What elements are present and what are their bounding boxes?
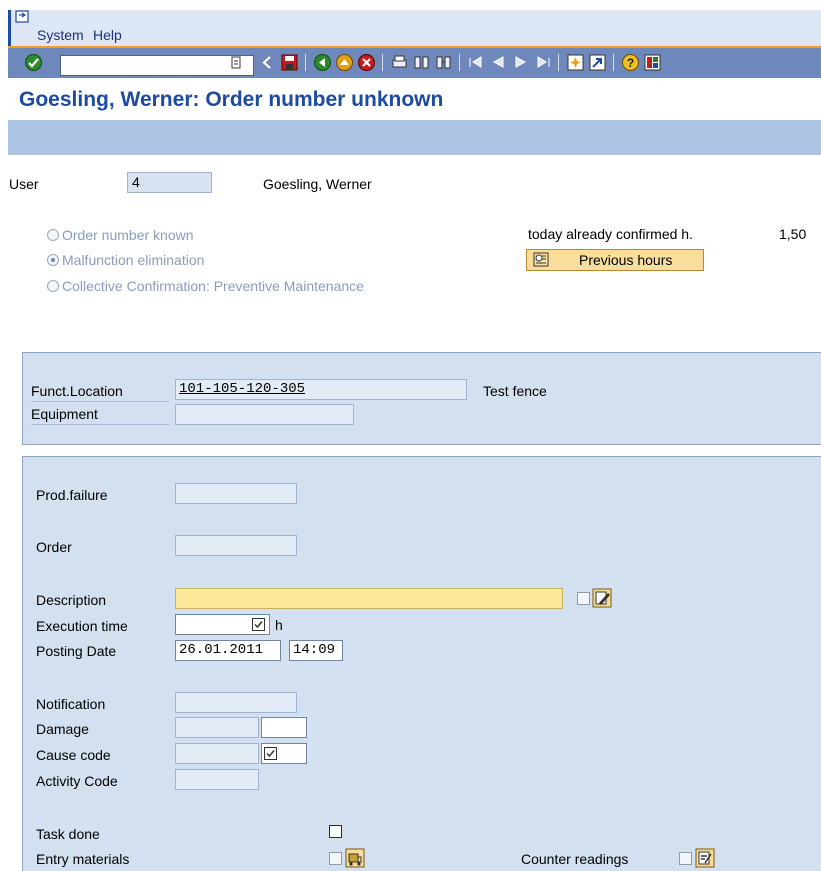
menu-bar: System Help <box>8 10 821 46</box>
description-field[interactable] <box>175 588 563 609</box>
equipment-label: Equipment <box>31 404 169 425</box>
radio-label: Collective Confirmation: Preventive Main… <box>62 278 364 294</box>
prod-failure-field[interactable] <box>175 483 297 504</box>
print-icon[interactable] <box>390 53 409 72</box>
toolbar-separator <box>382 54 383 71</box>
cause-code-field[interactable] <box>261 743 307 764</box>
execution-time-field[interactable] <box>175 614 270 635</box>
activity-code-field[interactable] <box>175 769 259 790</box>
funct-location-field[interactable]: 101-105-120-305 <box>175 379 467 400</box>
funct-location-label: Funct.Location <box>31 381 169 402</box>
previous-hours-button[interactable]: Previous hours <box>526 249 704 271</box>
counter-readings-checkbox[interactable] <box>679 852 692 865</box>
task-done-label: Task done <box>36 826 100 842</box>
command-history-icon[interactable] <box>229 55 243 70</box>
toolbar-separator <box>558 54 559 71</box>
first-page-icon[interactable] <box>467 53 486 72</box>
damage-label: Damage <box>36 721 89 737</box>
cause-group-field[interactable] <box>175 743 259 764</box>
confirmed-hours-label: today already confirmed h. <box>528 226 693 242</box>
menu-icon[interactable] <box>15 10 29 23</box>
confirmation-group: Prod.failure Order Description Execution… <box>22 456 821 871</box>
user-id-field: 4 <box>127 172 212 193</box>
cancel-icon[interactable] <box>357 53 376 72</box>
page-title: Goesling, Werner: Order number unknown <box>19 88 444 111</box>
posting-date-label: Posting Date <box>36 643 117 659</box>
back-arrow-icon[interactable] <box>258 53 277 72</box>
description-label: Description <box>36 592 107 608</box>
order-label: Order <box>36 539 72 555</box>
last-page-icon[interactable] <box>533 53 552 72</box>
entry-materials-label: Entry materials <box>36 851 130 867</box>
long-text-checkbox[interactable] <box>577 592 590 605</box>
previous-hours-label: Previous hours <box>579 252 673 268</box>
location-group: Funct.Location 101-105-120-305 Test fenc… <box>22 352 821 445</box>
funct-location-description: Test fence <box>483 383 547 399</box>
toolbar-separator <box>613 54 614 71</box>
notification-field[interactable] <box>175 692 297 713</box>
counter-readings-icon[interactable] <box>695 848 715 868</box>
input-help-icon[interactable] <box>264 747 277 760</box>
radio-collective-confirmation[interactable]: Collective Confirmation: Preventive Main… <box>47 278 364 294</box>
confirmed-hours-value: 1,50 <box>779 226 807 242</box>
svg-text:?: ? <box>627 56 634 70</box>
radio-label: Malfunction elimination <box>62 252 205 268</box>
shortcut-icon[interactable] <box>588 53 607 72</box>
equipment-field[interactable] <box>175 404 354 425</box>
edit-long-text-icon[interactable] <box>592 588 612 608</box>
damage-group-field[interactable] <box>175 717 259 738</box>
posting-date-field[interactable]: 26.01.2011 <box>175 640 281 661</box>
exit-icon[interactable] <box>335 53 354 72</box>
input-help-icon[interactable] <box>252 618 265 631</box>
counter-readings-label: Counter readings <box>521 851 629 867</box>
customize-layout-icon[interactable] <box>643 53 662 72</box>
user-name: Goesling, Werner <box>263 176 372 192</box>
find-next-icon[interactable] <box>434 53 453 72</box>
prod-failure-label: Prod.failure <box>36 487 108 503</box>
execution-time-label: Execution time <box>36 618 128 634</box>
cause-code-label: Cause code <box>36 747 111 763</box>
radio-button-selected[interactable] <box>47 254 59 266</box>
damage-code-field[interactable] <box>261 717 307 738</box>
overview-icon <box>533 252 549 267</box>
command-field[interactable] <box>60 55 254 76</box>
radio-button[interactable] <box>47 229 59 241</box>
save-icon[interactable] <box>280 53 299 72</box>
radio-malfunction-elimination[interactable]: Malfunction elimination <box>47 252 204 268</box>
notification-label: Notification <box>36 696 106 712</box>
toolbar-separator <box>459 54 460 71</box>
entry-materials-checkbox[interactable] <box>329 852 342 865</box>
materials-icon[interactable] <box>345 848 365 868</box>
find-icon[interactable] <box>412 53 431 72</box>
standard-toolbar: ? <box>8 48 821 78</box>
radio-button[interactable] <box>47 280 59 292</box>
back-icon[interactable] <box>313 53 332 72</box>
menu-help[interactable]: Help <box>93 27 122 43</box>
activity-code-label: Activity Code <box>36 773 118 789</box>
help-icon[interactable]: ? <box>621 53 640 72</box>
next-page-icon[interactable] <box>511 53 530 72</box>
task-done-checkbox[interactable] <box>329 825 342 838</box>
menu-system[interactable]: System <box>37 27 84 43</box>
execution-time-unit: h <box>275 617 283 633</box>
application-toolbar <box>8 120 821 155</box>
previous-page-icon[interactable] <box>489 53 508 72</box>
radio-label: Order number known <box>62 227 194 243</box>
posting-time-field[interactable]: 14:09 <box>289 640 343 661</box>
enter-icon[interactable] <box>24 53 43 72</box>
toolbar-separator <box>305 54 306 71</box>
radio-order-number-known[interactable]: Order number known <box>47 227 194 243</box>
funct-location-value: 101-105-120-305 <box>179 381 306 397</box>
create-session-icon[interactable] <box>566 53 585 72</box>
user-label: User <box>9 176 39 192</box>
order-field[interactable] <box>175 535 297 556</box>
